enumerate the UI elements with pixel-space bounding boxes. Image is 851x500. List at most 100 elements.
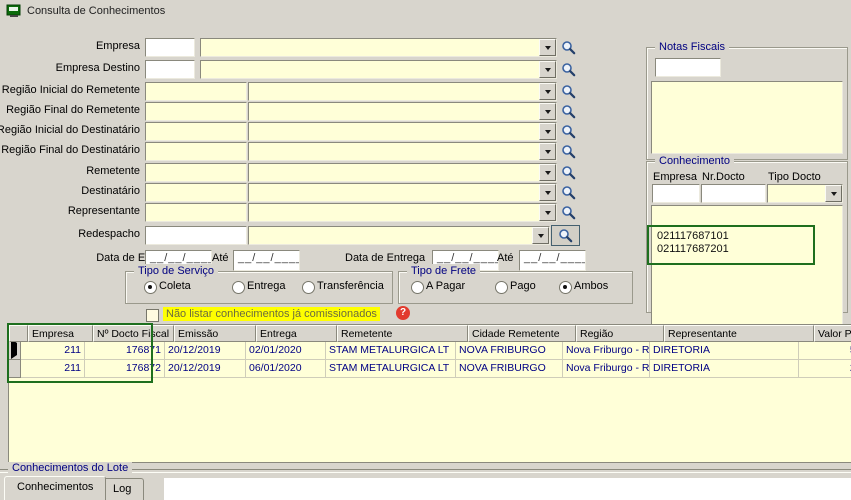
col-emissao[interactable]: Emissão [174, 325, 256, 342]
col-docto-fiscal[interactable]: Nº Docto Fiscal [93, 325, 174, 342]
nao-listar-comissionados-checkbox[interactable] [146, 309, 159, 322]
empresa-combo[interactable] [200, 38, 557, 57]
regiao-inicial-remetente-combo[interactable] [248, 82, 557, 101]
col-valor-prestacao[interactable]: Valor Prestação [814, 325, 851, 342]
radio-transferencia[interactable] [302, 281, 315, 294]
chevron-down-icon[interactable] [539, 83, 556, 100]
radio-coleta[interactable] [144, 281, 157, 294]
tab-conhecimentos[interactable]: Conhecimentos [4, 476, 106, 500]
regiao-final-remetente-code-input[interactable] [145, 102, 247, 121]
remetente-label: Remetente [86, 165, 140, 177]
empresa-destino-search-button[interactable] [557, 60, 579, 79]
radio-ambos[interactable] [559, 281, 572, 294]
col-remetente[interactable]: Remetente [337, 325, 468, 342]
regiao-inicial-remetente-code-input[interactable] [145, 82, 247, 101]
representante-label: Representante [68, 205, 140, 217]
cell-emissao[interactable]: 20/12/2019 [165, 360, 246, 378]
cell-entrega[interactable]: 06/01/2020 [246, 360, 326, 378]
regiao-inicial-destinatario-combo[interactable] [248, 122, 557, 141]
col-cidade-remetente[interactable]: Cidade Remetente [468, 325, 576, 342]
radio-a-pagar[interactable] [411, 281, 424, 294]
representante-code-input[interactable] [145, 203, 247, 222]
conhecimento-item[interactable]: 021117687101 [652, 230, 842, 243]
regiao-inicial-remetente-search-button[interactable] [557, 82, 579, 101]
chevron-down-icon[interactable] [539, 103, 556, 120]
tipo-servico-title: Tipo de Serviço [134, 264, 218, 278]
nota-fiscal-input[interactable] [655, 58, 721, 77]
cell-remetente[interactable]: STAM METALURGICA LT [326, 360, 456, 378]
chevron-down-icon[interactable] [539, 143, 556, 160]
cell-representante[interactable]: DIRETORIA [650, 360, 799, 378]
conhecimento-empresa-input[interactable] [652, 184, 700, 203]
cell-representante[interactable]: DIRETORIA [650, 342, 799, 360]
form-row-regiao-inicial-remetente: Região Inicial do Remetente [0, 82, 600, 101]
destinatario-code-input[interactable] [145, 183, 247, 202]
destinatario-search-button[interactable] [557, 183, 579, 202]
cell-remetente[interactable]: STAM METALURGICA LT [326, 342, 456, 360]
col-entrega[interactable]: Entrega [256, 325, 337, 342]
conhecimento-list[interactable]: 021117687101 021117687201 [651, 205, 843, 333]
representante-combo[interactable] [248, 203, 557, 222]
remetente-search-button[interactable] [557, 163, 579, 182]
regiao-final-destinatario-code-input[interactable] [145, 142, 247, 161]
notas-fiscais-group: Notas Fiscais [646, 47, 848, 160]
cell-emissao[interactable]: 20/12/2019 [165, 342, 246, 360]
table-row[interactable]: 211 176871 20/12/2019 02/01/2020 STAM ME… [9, 342, 851, 360]
col-regiao[interactable]: Região [576, 325, 664, 342]
chevron-down-icon[interactable] [539, 204, 556, 221]
chevron-down-icon[interactable] [532, 227, 549, 244]
regiao-inicial-destinatario-code-input[interactable] [145, 122, 247, 141]
cell-valor-prestacao[interactable]: 230,00 [799, 360, 851, 378]
regiao-final-destinatario-search-button[interactable] [557, 142, 579, 161]
cell-empresa[interactable]: 211 [21, 342, 85, 360]
redespacho-combo[interactable] [248, 226, 550, 245]
cell-empresa[interactable]: 211 [21, 360, 85, 378]
help-icon[interactable] [396, 306, 410, 320]
chevron-down-icon[interactable] [539, 39, 556, 56]
empresa-code-input[interactable] [145, 38, 195, 57]
regiao-final-destinatario-combo[interactable] [248, 142, 557, 161]
data-emissao-ate-input[interactable]: __/__/____ [233, 250, 300, 271]
chevron-down-icon[interactable] [825, 185, 842, 202]
conhecimento-item[interactable]: 021117687201 [652, 243, 842, 256]
empresa-destino-code-input[interactable] [145, 60, 195, 79]
radio-a-pagar-label: A Pagar [426, 280, 465, 292]
tipo-docto-combo[interactable] [767, 184, 843, 203]
empresa-search-button[interactable] [557, 38, 579, 57]
regiao-final-destinatario-label: Região Final do Destinatário [1, 144, 140, 156]
chevron-down-icon[interactable] [539, 61, 556, 78]
destinatario-combo[interactable] [248, 183, 557, 202]
regiao-inicial-destinatario-search-button[interactable] [557, 122, 579, 141]
remetente-code-input[interactable] [145, 163, 247, 182]
conhecimento-nrdocto-input[interactable] [701, 184, 766, 203]
regiao-final-remetente-search-button[interactable] [557, 102, 579, 121]
redespacho-label: Redespacho [78, 228, 140, 240]
table-row[interactable]: 211 176872 20/12/2019 06/01/2020 STAM ME… [9, 360, 851, 378]
col-representante[interactable]: Representante [664, 325, 814, 342]
chevron-down-icon[interactable] [539, 164, 556, 181]
empresa-destino-combo[interactable] [200, 60, 557, 79]
data-entrega-ate-input[interactable]: __/__/____ [519, 250, 586, 271]
cell-docto-fiscal[interactable]: 176872 [85, 360, 165, 378]
redespacho-search-button[interactable] [551, 225, 580, 246]
regiao-final-remetente-combo[interactable] [248, 102, 557, 121]
cell-valor-prestacao[interactable]: 529,13 [799, 342, 851, 360]
cell-docto-fiscal[interactable]: 176871 [85, 342, 165, 360]
chevron-down-icon[interactable] [539, 184, 556, 201]
tipo-frete-group: Tipo de Frete A Pagar Pago Ambos [398, 271, 633, 304]
cell-cidade-remetente[interactable]: NOVA FRIBURGO [456, 360, 563, 378]
page-title: Consulta de Conhecimentos [27, 5, 165, 17]
redespacho-code-input[interactable] [145, 226, 247, 245]
representante-search-button[interactable] [557, 203, 579, 222]
cell-regiao[interactable]: Nova Friburgo - RJ [563, 360, 650, 378]
radio-entrega[interactable] [232, 281, 245, 294]
radio-pago[interactable] [495, 281, 508, 294]
remetente-combo[interactable] [248, 163, 557, 182]
cell-cidade-remetente[interactable]: NOVA FRIBURGO [456, 342, 563, 360]
notas-fiscais-list[interactable] [651, 81, 843, 154]
cell-entrega[interactable]: 02/01/2020 [246, 342, 326, 360]
chevron-down-icon[interactable] [539, 123, 556, 140]
col-empresa[interactable]: Empresa [28, 325, 93, 342]
cell-regiao[interactable]: Nova Friburgo - RJ [563, 342, 650, 360]
tab-log[interactable]: Log [100, 478, 144, 500]
